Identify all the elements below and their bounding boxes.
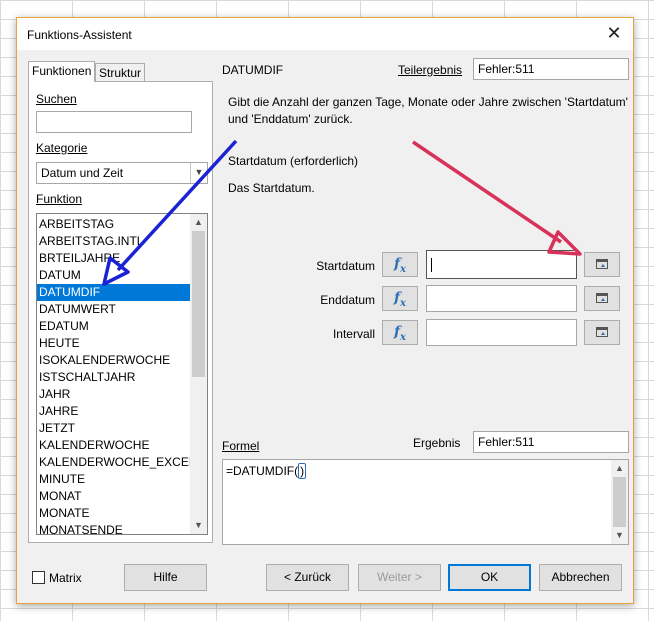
shrink-icon bbox=[596, 327, 608, 337]
function-list-item[interactable]: MINUTE bbox=[37, 471, 191, 488]
title-bar: Funktions-Assistent ✕ bbox=[17, 18, 633, 50]
tab-functions[interactable]: Funktionen bbox=[28, 61, 96, 82]
tab-structure[interactable]: Struktur bbox=[95, 63, 146, 82]
category-label: Kategorie bbox=[36, 141, 88, 155]
ergebnis-field: Fehler:511 bbox=[473, 431, 629, 453]
teilergebnis-field: Fehler:511 bbox=[473, 58, 629, 80]
function-list-item[interactable]: MONATSENDE bbox=[37, 522, 191, 534]
function-list-item[interactable]: DATUMWERT bbox=[37, 301, 191, 318]
next-button[interactable]: Weiter > bbox=[358, 564, 441, 591]
shrink-button-intervall[interactable] bbox=[584, 320, 620, 345]
close-icon[interactable]: ✕ bbox=[603, 22, 625, 44]
shrink-button-enddatum[interactable] bbox=[584, 286, 620, 311]
function-list[interactable]: ARBEITSTAG ARBEITSTAG.INTL BRTEILJAHRE DATU… bbox=[36, 213, 208, 535]
scroll-up-icon[interactable]: ▲ bbox=[190, 214, 207, 231]
fx-icon: fx bbox=[394, 290, 406, 309]
matrix-checkbox[interactable] bbox=[32, 571, 45, 584]
function-list-item[interactable]: MONAT bbox=[37, 488, 191, 505]
shrink-button-startdatum[interactable] bbox=[584, 252, 620, 277]
cancel-button[interactable]: Abbrechen bbox=[539, 564, 622, 591]
shrink-icon bbox=[596, 259, 608, 269]
fx-button-startdatum[interactable]: fx bbox=[382, 252, 418, 277]
tab-structure-label: Struktur bbox=[99, 66, 142, 80]
startdatum-input[interactable] bbox=[426, 250, 577, 279]
function-list-item[interactable]: JAHRE bbox=[37, 403, 191, 420]
shrink-icon bbox=[596, 293, 608, 303]
category-value: Datum und Zeit bbox=[41, 166, 124, 180]
function-list-item[interactable]: KALENDERWOCHE_EXCEL2003 bbox=[37, 454, 191, 471]
formula-label: Formel bbox=[222, 439, 260, 453]
enddatum-input[interactable] bbox=[426, 285, 577, 312]
arg-label-enddatum: Enddatum bbox=[320, 293, 375, 307]
search-label: Suchen bbox=[36, 92, 77, 106]
function-list-item[interactable]: EDATUM bbox=[37, 318, 191, 335]
function-list-item[interactable]: ISTSCHALTJAHR bbox=[37, 369, 191, 386]
function-list-scrollbar[interactable]: ▲ ▼ bbox=[190, 214, 207, 534]
formula-text: =DATUMDIF() bbox=[226, 463, 307, 479]
arg-label-intervall: Intervall bbox=[332, 327, 375, 341]
scroll-thumb[interactable] bbox=[192, 231, 205, 377]
arg-label-startdatum: Startdatum bbox=[316, 259, 375, 273]
category-select[interactable]: Datum und Zeit ▼ bbox=[36, 162, 208, 184]
ergebnis-label: Ergebnis bbox=[413, 436, 461, 450]
function-list-item[interactable]: BRTEILJAHRE bbox=[37, 250, 191, 267]
function-list-item[interactable]: JAHR bbox=[37, 386, 191, 403]
ok-button[interactable]: OK bbox=[448, 564, 531, 591]
function-list-label: Funktion bbox=[36, 192, 83, 206]
matrix-label: Matrix bbox=[49, 571, 82, 585]
function-wizard-dialog: Funktions-Assistent ✕ Funktionen Struktu… bbox=[16, 17, 634, 604]
param-description: Das Startdatum. bbox=[228, 181, 315, 195]
function-list-items: ARBEITSTAG ARBEITSTAG.INTL BRTEILJAHRE DATU… bbox=[37, 216, 191, 534]
fx-button-enddatum[interactable]: fx bbox=[382, 286, 418, 311]
function-list-item[interactable]: MONATE bbox=[37, 505, 191, 522]
scroll-down-icon[interactable]: ▼ bbox=[611, 527, 628, 544]
tab-functions-label: Funktionen bbox=[32, 64, 92, 78]
function-list-item[interactable]: ARBEITSTAG bbox=[37, 216, 191, 233]
intervall-input[interactable] bbox=[426, 319, 577, 346]
function-list-item[interactable]: ISOKALENDERWOCHE bbox=[37, 352, 191, 369]
search-input[interactable] bbox=[36, 111, 192, 133]
formula-scrollbar[interactable]: ▲ ▼ bbox=[611, 460, 628, 544]
fx-button-intervall[interactable]: fx bbox=[382, 320, 418, 345]
fx-icon: fx bbox=[394, 324, 406, 343]
scroll-thumb[interactable] bbox=[613, 477, 626, 527]
function-list-item[interactable]: KALENDERWOCHE bbox=[37, 437, 191, 454]
scroll-up-icon[interactable]: ▲ bbox=[611, 460, 628, 477]
function-list-item[interactable]: HEUTE bbox=[37, 335, 191, 352]
dialog-title: Funktions-Assistent bbox=[27, 28, 132, 42]
function-list-item[interactable]: DATUM bbox=[37, 267, 191, 284]
help-button[interactable]: Hilfe bbox=[124, 564, 207, 591]
function-description: Gibt die Anzahl der ganzen Tage, Monate … bbox=[228, 95, 628, 126]
param-title: Startdatum (erforderlich) bbox=[228, 154, 359, 168]
formula-textarea[interactable]: =DATUMDIF() ▲ ▼ bbox=[222, 459, 629, 545]
function-list-item[interactable]: JETZT bbox=[37, 420, 191, 437]
back-button[interactable]: < Zurück bbox=[266, 564, 349, 591]
function-name: DATUMDIF bbox=[222, 63, 284, 77]
fx-icon: fx bbox=[394, 256, 406, 275]
teilergebnis-label: Teilergebnis bbox=[398, 63, 463, 77]
function-list-item[interactable]: ARBEITSTAG.INTL bbox=[37, 233, 191, 250]
scroll-down-icon[interactable]: ▼ bbox=[190, 517, 207, 534]
chevron-down-icon[interactable]: ▼ bbox=[190, 163, 207, 183]
function-list-item[interactable]: DATUMDIF bbox=[37, 284, 191, 301]
